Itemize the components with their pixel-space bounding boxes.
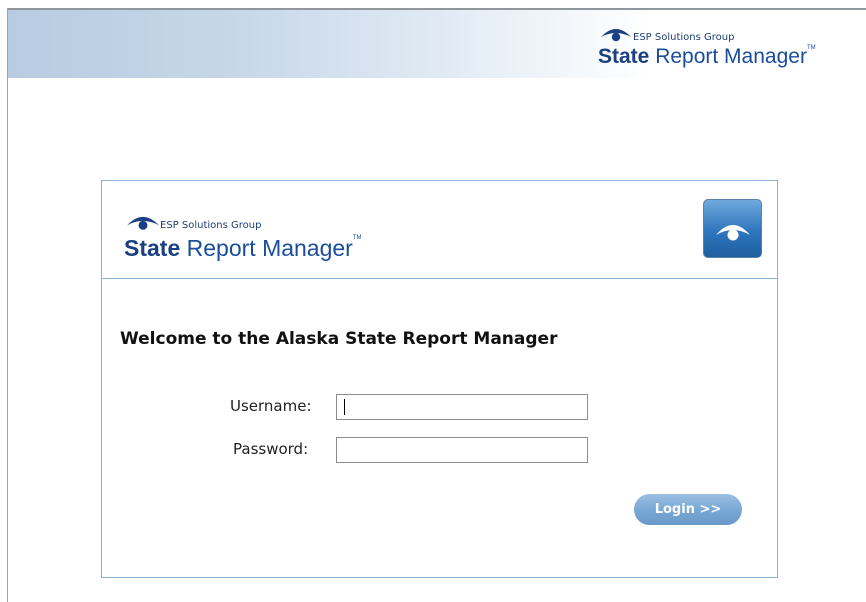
page-left-border [7, 8, 8, 602]
card-logo-product-name: State Report ManagerTM [124, 235, 362, 262]
welcome-heading: Welcome to the Alaska State Report Manag… [120, 329, 558, 349]
header-logo-group-name: ESP Solutions Group [633, 32, 735, 43]
esp-arc-logo-icon [601, 29, 631, 42]
password-input[interactable] [336, 437, 588, 463]
eye-arc-icon [716, 225, 750, 241]
username-label: Username: [230, 397, 312, 415]
password-label: Password: [233, 440, 309, 458]
card-logo: ESP Solutions Group State Report Manager… [122, 205, 402, 261]
header-logo-product-name: State Report ManagerTM [598, 45, 816, 69]
header-logo-trademark: TM [806, 45, 816, 51]
login-button[interactable]: Login >> [634, 494, 742, 525]
username-input[interactable] [336, 394, 588, 420]
login-card-header: ESP Solutions Group State Report Manager… [102, 181, 777, 279]
card-logo-group-name: ESP Solutions Group [160, 220, 262, 231]
text-caret [344, 399, 345, 415]
header-logo-product-bold: State [598, 45, 650, 68]
card-logo-trademark: TM [352, 235, 362, 241]
card-logo-product-rest: Report Manager [180, 235, 353, 261]
header-logo-product-rest: Report Manager [649, 45, 807, 68]
card-logo-product-bold: State [124, 235, 181, 261]
app-icon-button [703, 199, 762, 258]
header-top-border [7, 8, 866, 10]
header-logo: ESP Solutions Group State Report Manager… [593, 18, 863, 74]
esp-arc-logo-icon [127, 216, 159, 230]
login-card: ESP Solutions Group State Report Manager… [101, 180, 778, 578]
